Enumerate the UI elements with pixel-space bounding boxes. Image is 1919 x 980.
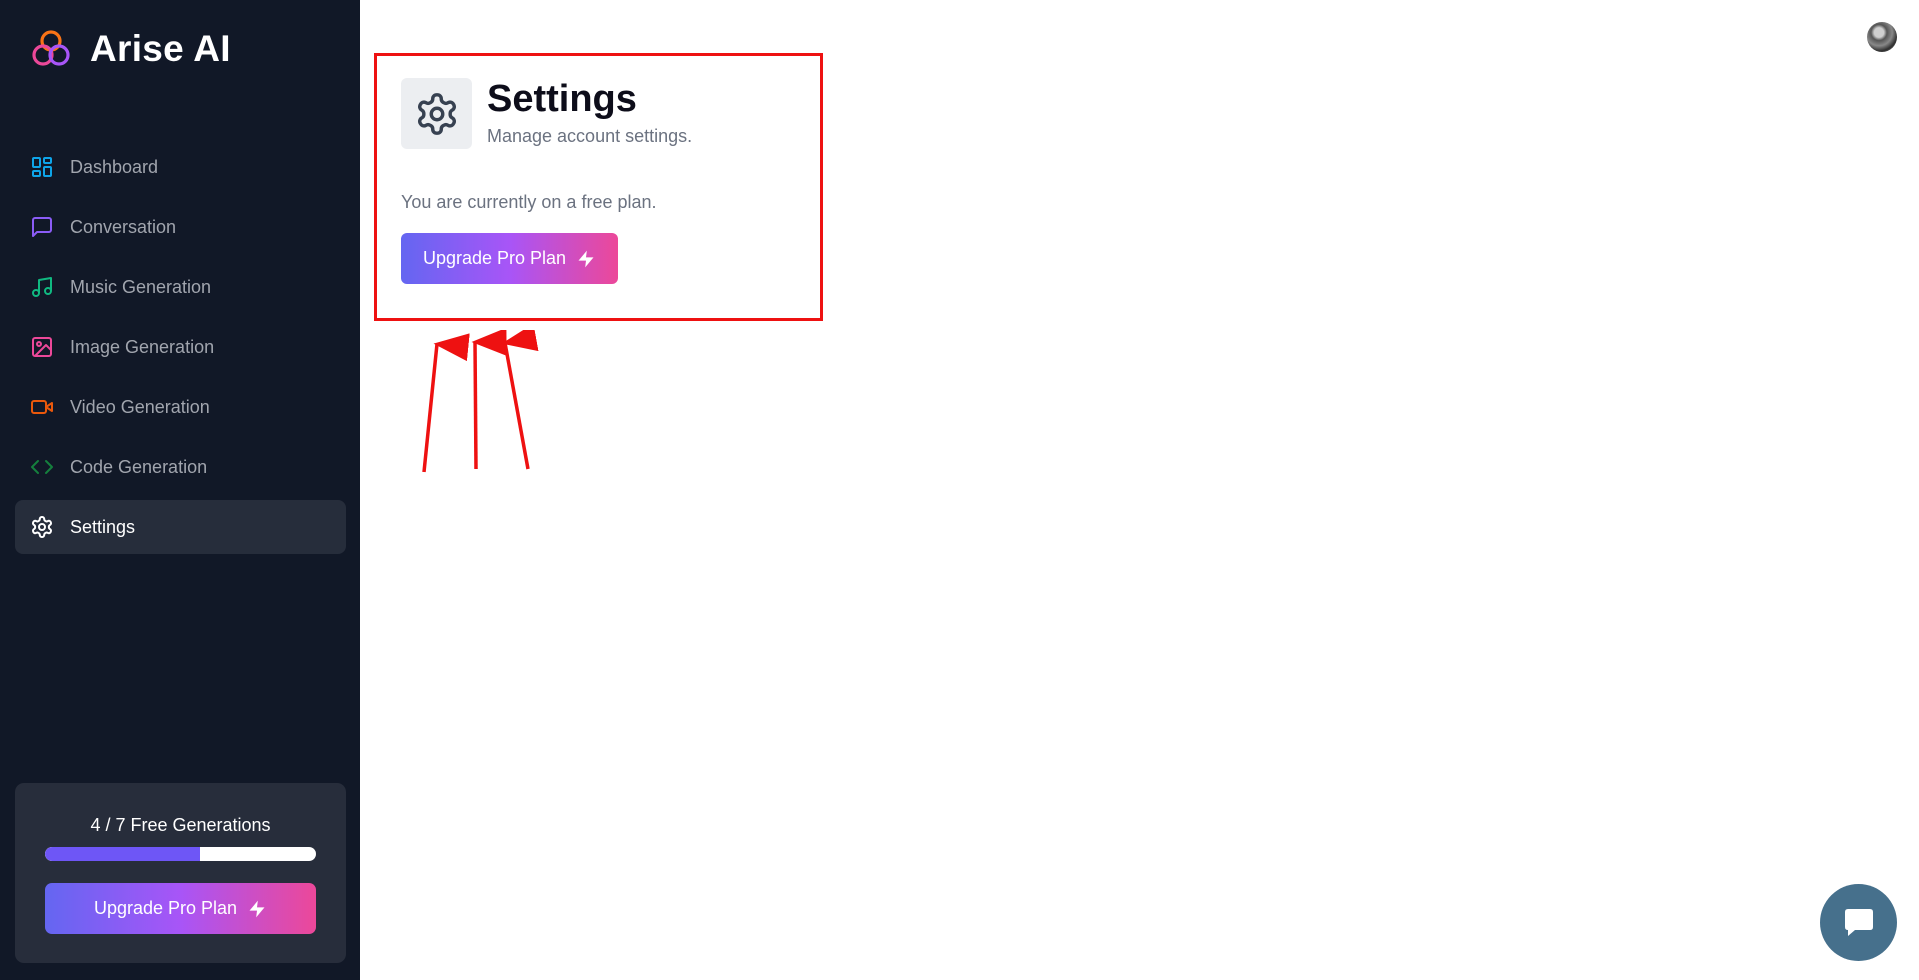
sidebar-item-video-generation[interactable]: Video Generation: [15, 380, 346, 434]
brand-name: Arise AI: [90, 28, 231, 69]
free-generations-card: 4 / 7 Free Generations Upgrade Pro Plan: [15, 783, 346, 963]
annotation-arrows: [422, 330, 539, 473]
sidebar-item-code-generation[interactable]: Code Generation: [15, 440, 346, 494]
message-square-icon: [32, 217, 52, 237]
upgrade-button-label: Upgrade Pro Plan: [93, 898, 238, 918]
chat-icon: [1844, 908, 1873, 936]
page-subtitle: Manage account settings.: [487, 126, 693, 146]
sidebar-item-settings[interactable]: Settings: [15, 500, 346, 554]
sidebar-item-label: Settings: [70, 516, 136, 537]
zap-icon: [578, 250, 594, 267]
page-title: Settings: [487, 78, 637, 120]
sidebar-item-label: Video Generation: [70, 396, 210, 417]
brand[interactable]: Arise AI: [30, 28, 231, 70]
gear-icon: [32, 516, 52, 538]
gear-icon: [417, 92, 456, 135]
annotation-arrow: [471, 330, 507, 470]
sidebar-item-dashboard[interactable]: Dashboard: [15, 140, 346, 194]
settings-header-icon-box: [401, 78, 472, 149]
sidebar: Arise AI Dashboard Conversation Music Ge…: [0, 0, 360, 980]
code-icon: [31, 460, 53, 474]
sidebar-item-label: Image Generation: [70, 336, 215, 357]
sidebar-nav: Dashboard Conversation Music Generation …: [15, 140, 346, 560]
upgrade-button-label: Upgrade Pro Plan: [422, 248, 567, 268]
progress-fill: [45, 847, 200, 861]
annotation-arrow: [422, 333, 470, 473]
sidebar-item-label: Conversation: [70, 216, 177, 237]
zap-icon: [249, 900, 265, 917]
sidebar-item-label: Code Generation: [70, 456, 208, 477]
video-icon: [31, 400, 53, 414]
sidebar-upgrade-button[interactable]: Upgrade Pro Plan: [45, 883, 316, 934]
free-generations-count: 4 / 7 Free Generations: [90, 815, 271, 835]
dashboard-icon: [32, 157, 52, 177]
chat-support-button[interactable]: [1820, 884, 1897, 961]
annotation-arrow: [501, 330, 539, 470]
sidebar-item-label: Music Generation: [70, 276, 212, 297]
user-avatar[interactable]: [1867, 22, 1897, 52]
sidebar-item-label: Dashboard: [70, 156, 159, 177]
arise-logo-icon: [32, 30, 70, 66]
plan-status-text: You are currently on a free plan.: [401, 192, 657, 212]
sidebar-item-music-generation[interactable]: Music Generation: [15, 260, 346, 314]
sidebar-item-conversation[interactable]: Conversation: [15, 200, 346, 254]
sidebar-item-image-generation[interactable]: Image Generation: [15, 320, 346, 374]
upgrade-pro-button[interactable]: Upgrade Pro Plan: [401, 233, 618, 284]
image-icon: [32, 337, 52, 357]
music-icon: [32, 277, 52, 297]
free-generations-progress: [45, 847, 316, 861]
